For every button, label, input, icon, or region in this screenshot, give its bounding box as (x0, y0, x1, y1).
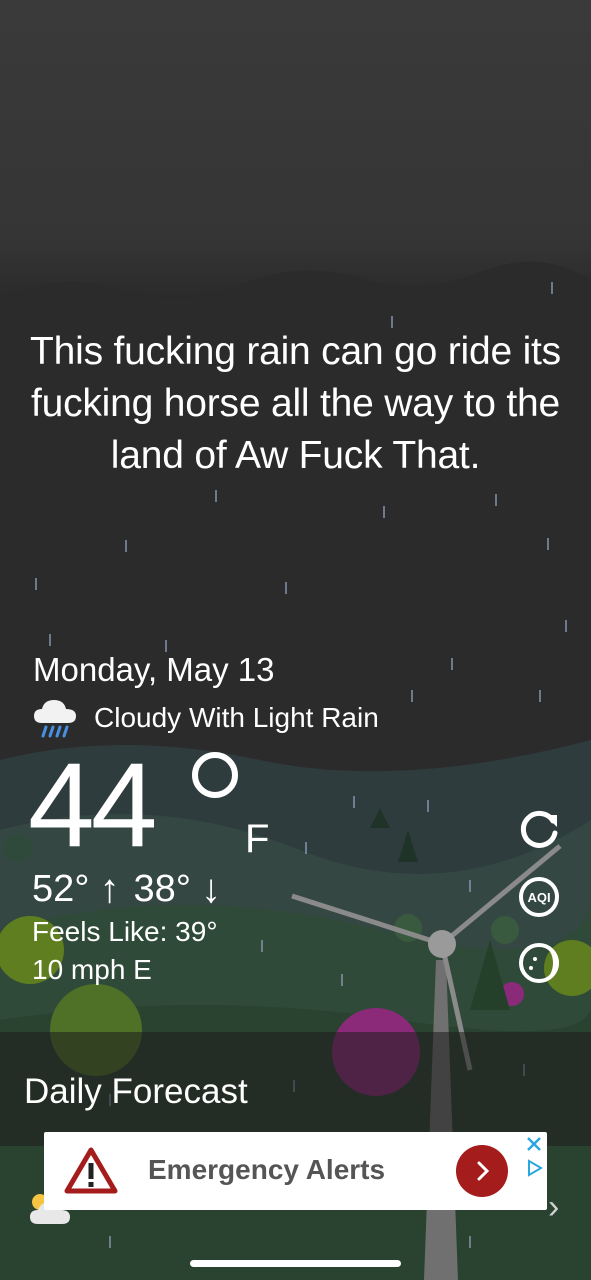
refresh-icon (520, 810, 558, 848)
home-indicator[interactable] (190, 1260, 401, 1267)
daily-forecast-title: Daily Forecast (24, 1072, 248, 1111)
ad-go-button[interactable] (456, 1145, 508, 1197)
snarky-weather-quote: This fucking rain can go ride its fuckin… (30, 330, 561, 477)
adchoices-icon[interactable] (524, 1158, 544, 1178)
down-arrow-icon: ↓ (200, 867, 221, 911)
chevron-right-icon (477, 1161, 490, 1181)
cloud-rain-icon (34, 700, 76, 738)
air-quality-button[interactable]: AQI (516, 874, 562, 920)
high-low-temperatures: 52° ↑ 38° ↓ (32, 866, 235, 912)
current-date: Monday, May 13 (33, 651, 275, 688)
ad-banner-emergency-alerts[interactable]: Emergency Alerts (44, 1132, 547, 1210)
temperature-unit: F (245, 817, 270, 861)
wind-speed: 10 mph E (32, 954, 152, 985)
close-icon[interactable] (524, 1134, 544, 1154)
aqi-label: AQI (527, 890, 550, 905)
condition-row: Cloudy With Light Rain (32, 698, 379, 738)
moon-phase-icon (519, 943, 559, 983)
aqi-icon: AQI (519, 877, 559, 917)
up-arrow-icon: ↑ (99, 867, 120, 911)
low-temperature: 38° (133, 868, 191, 910)
condition-text: Cloudy With Light Rain (94, 702, 379, 733)
current-temperature: 44 (28, 738, 157, 872)
forecast-row-chevron-icon: › (548, 1188, 560, 1226)
temperature-degree-symbol (192, 752, 238, 798)
refresh-button[interactable] (516, 806, 562, 852)
warning-triangle-icon (64, 1147, 118, 1194)
feels-like: Feels Like: 39° (32, 916, 218, 947)
high-temperature: 52° (32, 868, 90, 910)
ad-title: Emergency Alerts (148, 1154, 386, 1185)
moon-phase-button[interactable] (516, 940, 562, 986)
